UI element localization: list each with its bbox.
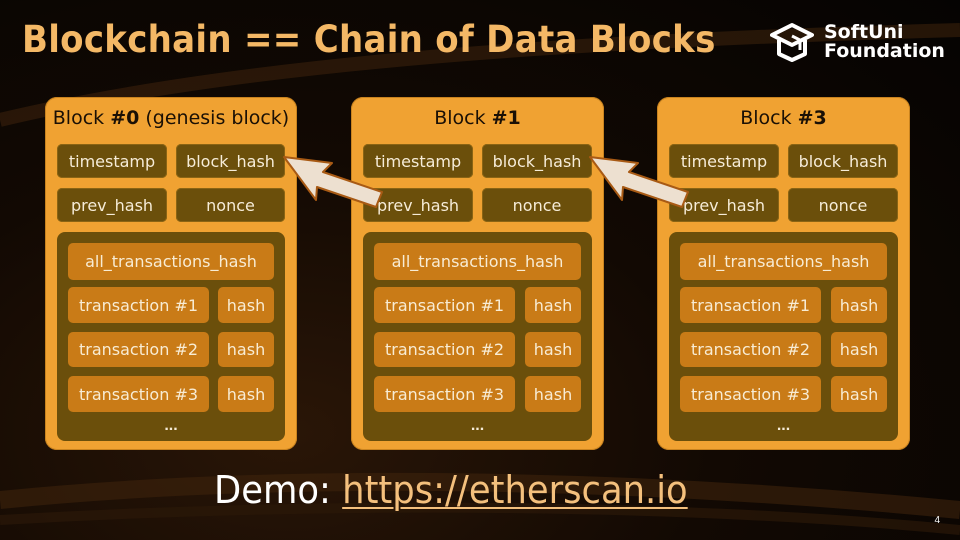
- block-hash-field: block_hash: [482, 144, 592, 178]
- transactions-container: all_transactions_hash transaction #1 has…: [669, 232, 898, 441]
- transaction-2-hash: hash: [831, 332, 887, 367]
- demo-line: Demo: https://etherscan.io: [214, 468, 688, 512]
- block-hash-field: block_hash: [788, 144, 898, 178]
- transaction-3-hash: hash: [525, 376, 581, 412]
- more-transactions: ...: [164, 417, 178, 434]
- more-transactions: ...: [470, 417, 485, 434]
- prev-hash-field: prev_hash: [57, 188, 167, 222]
- transactions-container: all_transactions_hash transaction #1 has…: [363, 232, 592, 441]
- prev-hash-field: prev_hash: [363, 188, 473, 222]
- transaction-1: transaction #1: [68, 287, 209, 323]
- all-transactions-hash: all_transactions_hash: [374, 243, 581, 280]
- transaction-2: transaction #2: [680, 332, 821, 367]
- transaction-2-hash: hash: [525, 332, 581, 367]
- block-title: Block #3: [740, 107, 827, 129]
- slide-title: Blockchain == Chain of Data Blocks: [22, 18, 716, 61]
- transaction-1-hash: hash: [525, 287, 581, 323]
- all-transactions-hash: all_transactions_hash: [680, 243, 887, 280]
- page-number: 4: [934, 515, 940, 526]
- transaction-3: transaction #3: [680, 376, 821, 412]
- all-transactions-hash: all_transactions_hash: [68, 243, 274, 280]
- transaction-2: transaction #2: [374, 332, 515, 367]
- timestamp-field: timestamp: [363, 144, 473, 178]
- transaction-3: transaction #3: [374, 376, 515, 412]
- prev-hash-field: prev_hash: [669, 188, 779, 222]
- graduation-cap-icon: [770, 23, 814, 62]
- transaction-2: transaction #2: [68, 332, 209, 367]
- block-3: Block #3 timestamp block_hash prev_hash …: [657, 97, 910, 450]
- transaction-3-hash: hash: [218, 376, 274, 412]
- transaction-3: transaction #3: [68, 376, 209, 412]
- logo-line-2: Foundation: [824, 40, 945, 62]
- more-transactions: ...: [776, 417, 791, 434]
- transaction-1: transaction #1: [680, 287, 821, 323]
- transaction-3-hash: hash: [831, 376, 887, 412]
- block-1: Block #1 timestamp block_hash prev_hash …: [351, 97, 604, 450]
- transaction-1: transaction #1: [374, 287, 515, 323]
- nonce-field: nonce: [788, 188, 898, 222]
- block-hash-field: block_hash: [176, 144, 285, 178]
- transaction-2-hash: hash: [218, 332, 274, 367]
- etherscan-link[interactable]: https://etherscan.io: [342, 468, 688, 512]
- softuni-logo: SoftUni Foundation: [770, 22, 945, 62]
- transaction-1-hash: hash: [831, 287, 887, 323]
- timestamp-field: timestamp: [57, 144, 167, 178]
- demo-label: Demo:: [214, 468, 331, 512]
- block-title: Block #0 (genesis block): [52, 107, 290, 129]
- nonce-field: nonce: [176, 188, 285, 222]
- transaction-1-hash: hash: [218, 287, 274, 323]
- nonce-field: nonce: [482, 188, 592, 222]
- transactions-container: all_transactions_hash transaction #1 has…: [57, 232, 285, 441]
- block-title: Block #1: [434, 107, 521, 129]
- timestamp-field: timestamp: [669, 144, 779, 178]
- block-0: Block #0 (genesis block) timestamp block…: [45, 97, 297, 450]
